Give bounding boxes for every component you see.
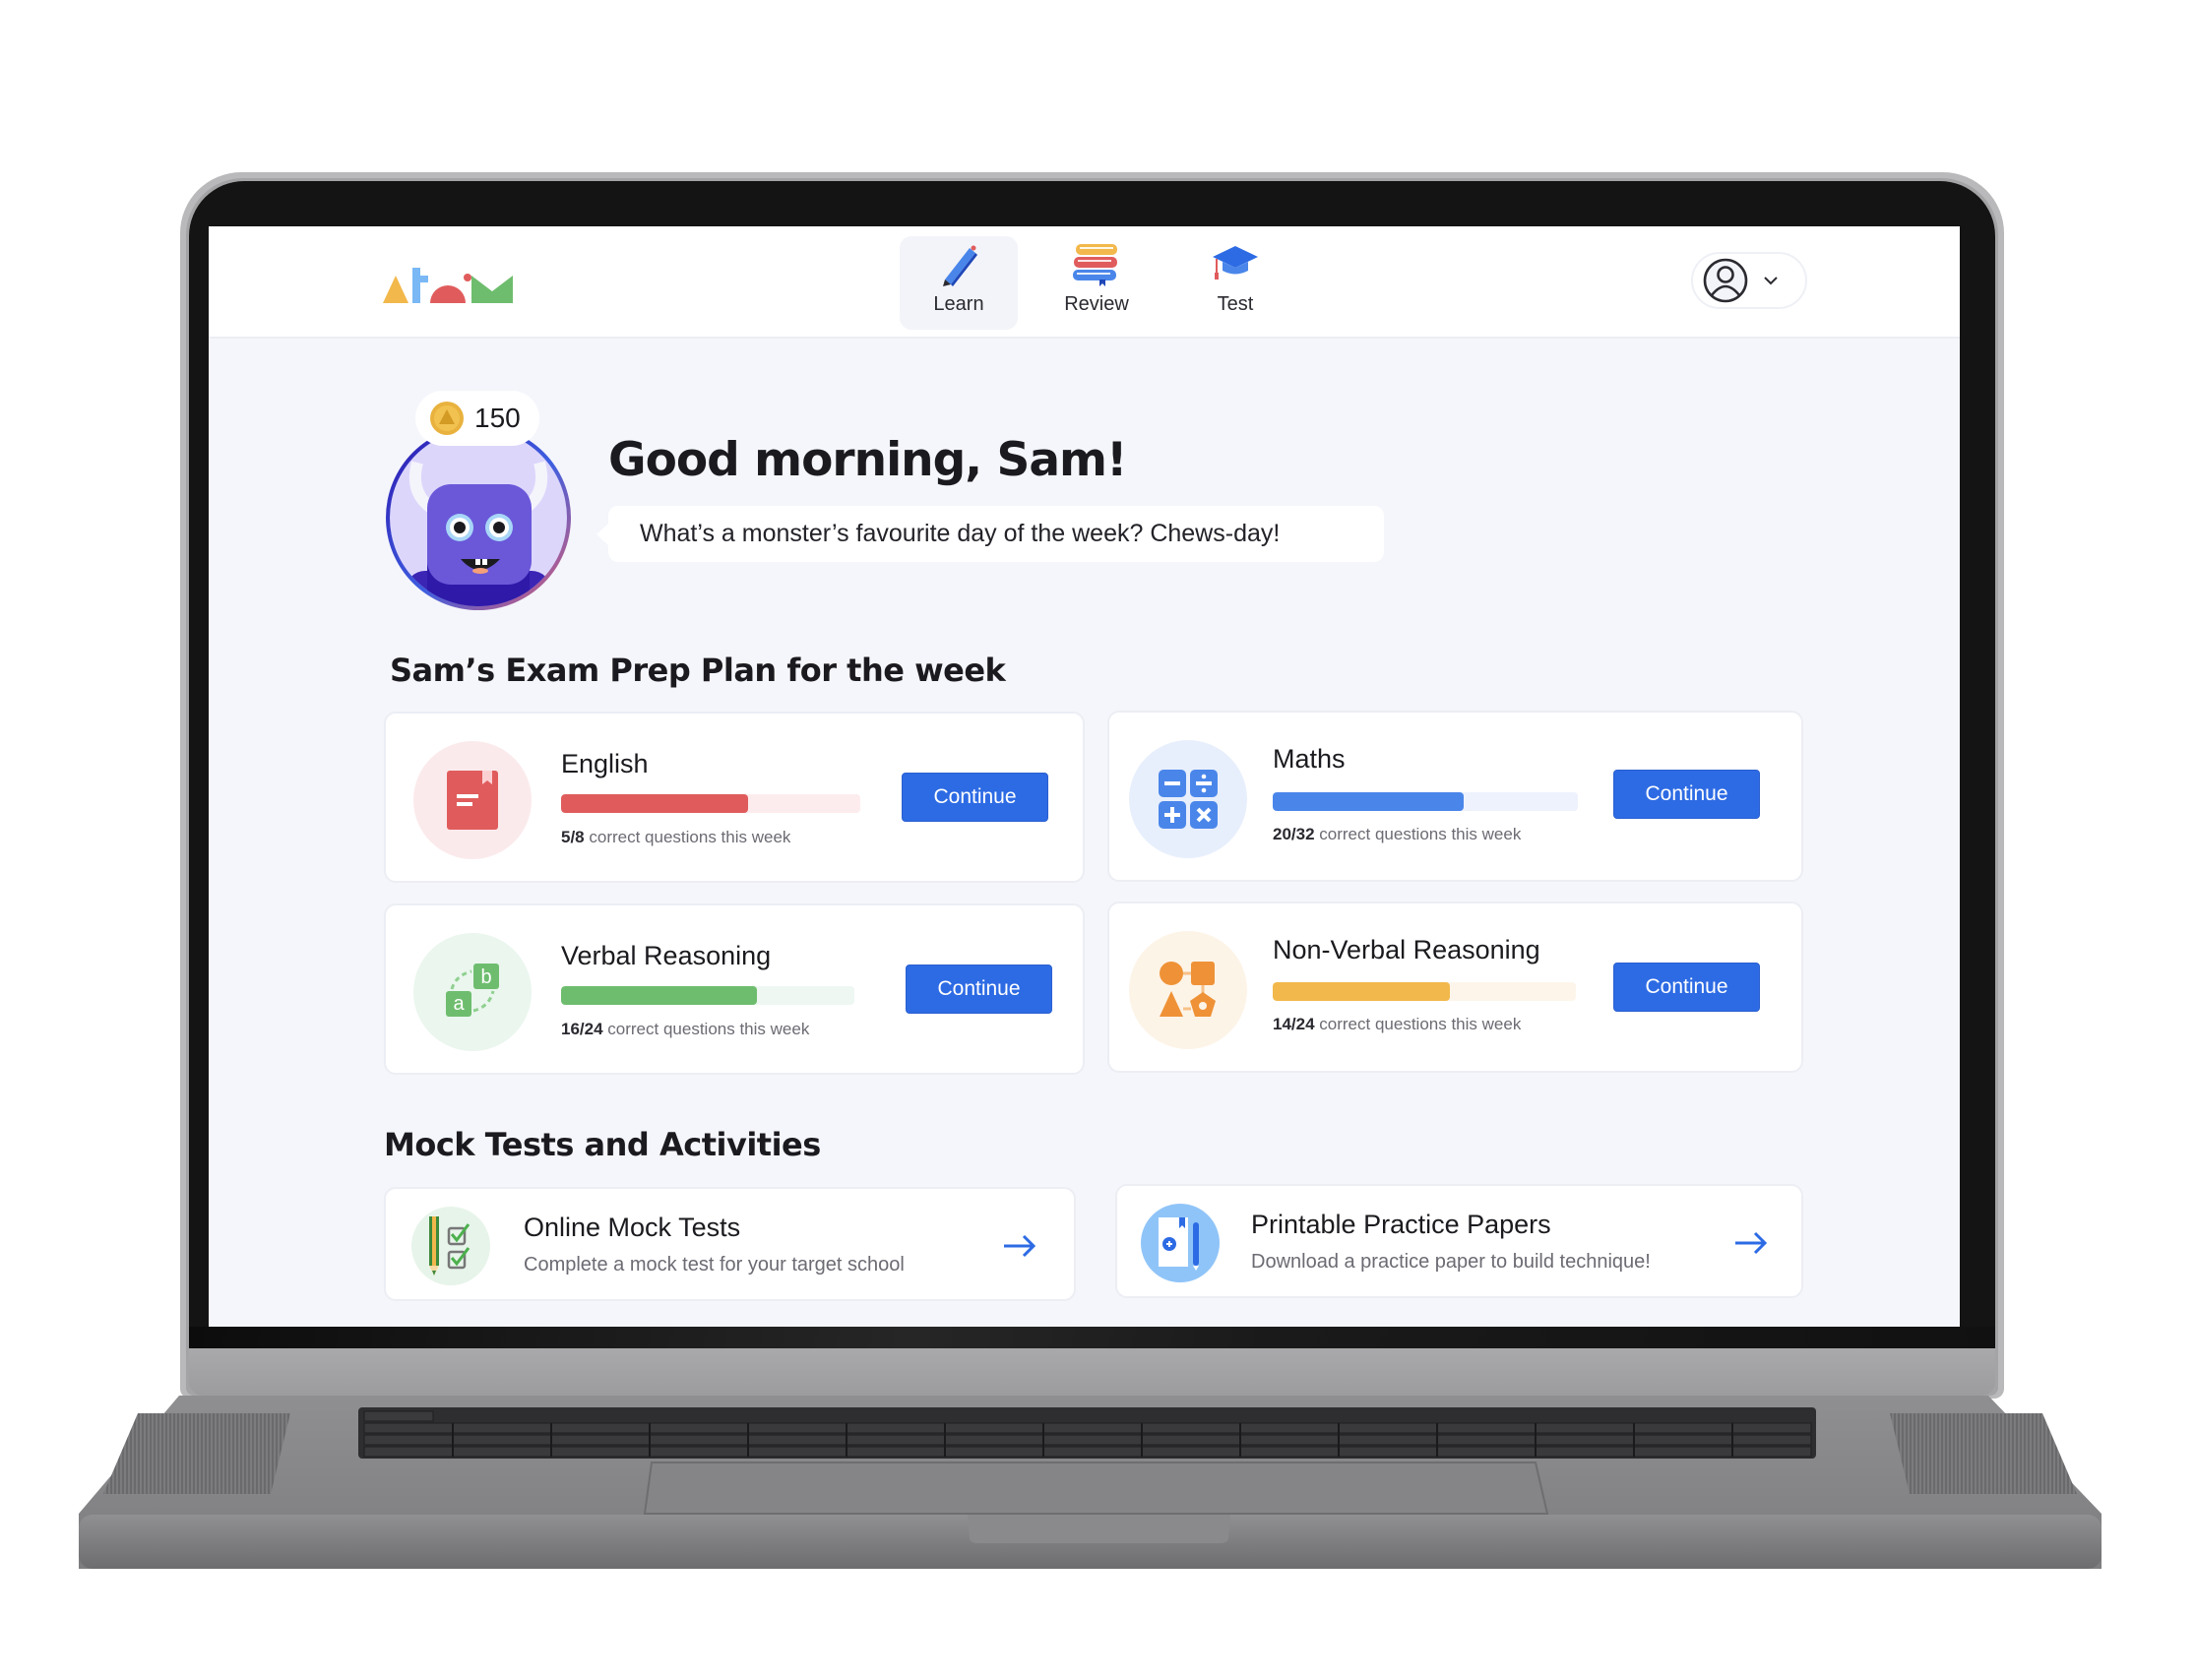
progress-fill	[561, 794, 748, 813]
bezel-bottom	[189, 1327, 1995, 1348]
progress-caption: 5/8 correct questions this week	[561, 828, 790, 847]
books-icon	[1073, 244, 1117, 286]
activity-icon-circle	[411, 1207, 490, 1285]
app-screen: Learn Review Test 150 Good morning, Sam!…	[209, 226, 1960, 1327]
progress-fill	[1273, 982, 1450, 1001]
subject-card-non-verbal-reasoning: Non-Verbal Reasoning 14/24 correct quest…	[1107, 902, 1803, 1073]
subject-card-maths: Maths 20/32 correct questions this week …	[1107, 711, 1803, 882]
subject-name: Verbal Reasoning	[561, 941, 772, 970]
arrow-right-icon[interactable]	[1731, 1223, 1771, 1263]
calculator-icon	[1159, 770, 1218, 829]
profile-menu-button[interactable]	[1691, 252, 1807, 309]
subject-name: English	[561, 749, 649, 778]
plan-section-title: Sam’s Exam Prep Plan for the week	[390, 652, 1006, 689]
subject-card-verbal-reasoning: b a Verbal Reasoning 16/24 correct quest…	[384, 903, 1085, 1075]
coin-balance: 150	[415, 391, 539, 446]
subject-name: Non-Verbal Reasoning	[1273, 935, 1540, 964]
progress-caption-text: correct questions this week	[589, 828, 791, 846]
nav-tab-review[interactable]: Review	[1037, 236, 1156, 330]
activity-title: Printable Practice Papers	[1251, 1210, 1551, 1239]
book-icon	[447, 771, 498, 830]
letters-ab-icon: b a	[446, 964, 499, 1017]
progress-score: 14/24	[1273, 1015, 1315, 1033]
continue-button-verbal-reasoning[interactable]: Continue	[906, 964, 1052, 1014]
subject-icon-circle	[1129, 931, 1247, 1049]
pencil-icon	[943, 245, 977, 286]
nav-label: Test	[1217, 293, 1254, 315]
atom-logo[interactable]	[383, 268, 531, 304]
user-circle-icon	[1703, 258, 1748, 303]
laptop-keyboard-deck	[79, 1396, 2102, 1569]
progress-score: 16/24	[561, 1020, 603, 1038]
speaker-right	[1890, 1413, 2077, 1494]
lid-notch	[968, 1515, 1230, 1543]
continue-button-maths[interactable]: Continue	[1613, 770, 1760, 819]
monster-avatar[interactable]	[384, 423, 573, 612]
joke-speech-bubble: What’s a monster’s favourite day of the …	[596, 506, 1384, 562]
progress-caption-text: correct questions this week	[607, 1020, 810, 1038]
activity-title: Online Mock Tests	[524, 1213, 741, 1242]
subject-icon-circle: b a	[413, 933, 532, 1051]
subject-name: Maths	[1273, 744, 1346, 774]
activity-subtitle: Complete a mock test for your target sch…	[524, 1254, 905, 1276]
nav-label: Learn	[933, 293, 984, 315]
graduation-cap-icon	[1213, 246, 1258, 280]
progress-caption-text: correct questions this week	[1319, 825, 1522, 843]
subject-card-english: English 5/8 correct questions this week …	[384, 712, 1085, 883]
continue-button-non-verbal-reasoning[interactable]: Continue	[1613, 963, 1760, 1012]
arrow-right-icon[interactable]	[1000, 1226, 1039, 1266]
progress-caption-text: correct questions this week	[1319, 1015, 1522, 1033]
activity-card-online-mock-tests[interactable]: Online Mock Tests Complete a mock test f…	[384, 1187, 1076, 1301]
checklist-pencil-icon	[429, 1216, 471, 1276]
progress-caption: 14/24 correct questions this week	[1273, 1015, 1521, 1034]
svg-text:b: b	[480, 966, 491, 988]
progress-bar	[1273, 792, 1578, 811]
progress-score: 5/8	[561, 828, 585, 846]
nav-tab-learn[interactable]: Learn	[900, 236, 1018, 330]
nav-tab-test[interactable]: Test	[1176, 236, 1294, 330]
nav-label: Review	[1064, 293, 1129, 315]
continue-button-english[interactable]: Continue	[902, 773, 1048, 822]
activities-section-title: Mock Tests and Activities	[384, 1126, 821, 1163]
printable-paper-icon	[1159, 1217, 1199, 1271]
progress-bar	[561, 986, 854, 1005]
top-nav-bar: Learn Review Test	[209, 226, 1960, 339]
chevron-down-icon	[1764, 277, 1778, 285]
activity-icon-circle	[1141, 1204, 1220, 1282]
progress-caption: 20/32 correct questions this week	[1273, 825, 1521, 844]
svg-text:a: a	[453, 993, 465, 1015]
progress-caption: 16/24 correct questions this week	[561, 1020, 809, 1039]
subject-icon-circle	[1129, 740, 1247, 858]
trackpad	[643, 1462, 1549, 1515]
progress-bar	[1273, 982, 1576, 1001]
laptop-chin	[189, 1348, 1995, 1396]
activity-card-printable-practice-papers[interactable]: Printable Practice Papers Download a pra…	[1115, 1184, 1803, 1298]
coin-icon	[430, 402, 464, 435]
progress-fill	[561, 986, 757, 1005]
greeting-title: Good morning, Sam!	[608, 433, 1127, 487]
progress-fill	[1273, 792, 1464, 811]
shapes-icon	[1160, 962, 1216, 1017]
activity-subtitle: Download a practice paper to build techn…	[1251, 1251, 1651, 1273]
speaker-left	[103, 1413, 290, 1494]
coin-count: 150	[474, 403, 521, 433]
progress-bar	[561, 794, 860, 813]
progress-score: 20/32	[1273, 825, 1315, 843]
subject-icon-circle	[413, 741, 532, 859]
